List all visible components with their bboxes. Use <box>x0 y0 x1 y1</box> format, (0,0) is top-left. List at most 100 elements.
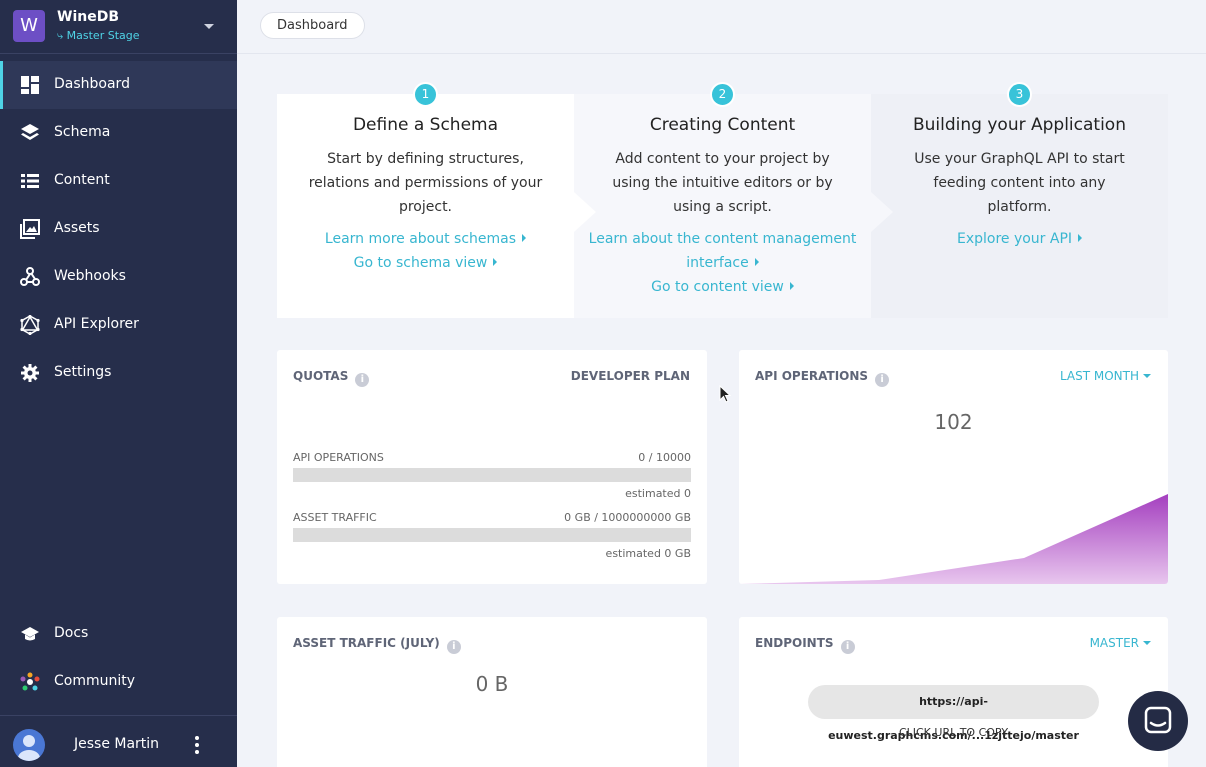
step-title: Define a Schema <box>352 115 499 135</box>
step-arrow <box>871 192 893 232</box>
card-title: QUOTAS i <box>293 369 370 387</box>
quota-value: 0 / 10000 <box>638 451 691 464</box>
step-title: Building your Application <box>913 115 1126 135</box>
more-vertical-icon[interactable] <box>194 736 200 754</box>
info-icon[interactable]: i <box>446 640 461 654</box>
sidebar-item-label: Schema <box>54 124 111 140</box>
chat-icon <box>1144 706 1172 734</box>
project-stage[interactable]: ⤷ Master Stage <box>57 29 140 43</box>
caret-right-icon <box>522 234 527 242</box>
sidebar-item-label: Dashboard <box>54 76 130 92</box>
sidebar-item-community[interactable]: Community <box>0 658 237 706</box>
quota-progress-bar <box>293 528 691 542</box>
chevron-down-icon[interactable] <box>204 24 214 29</box>
secondary-nav: Docs Community <box>0 610 237 706</box>
avatar[interactable] <box>13 729 45 761</box>
sidebar-item-label: Docs <box>54 625 89 641</box>
sidebar-item-label: Assets <box>54 220 100 236</box>
link-go-content-view[interactable]: Go to content view <box>584 275 861 299</box>
step-building-application: 3 Building your Application Use your Gra… <box>871 82 1168 318</box>
graduation-cap-icon <box>20 624 40 644</box>
list-icon <box>20 171 40 191</box>
community-icon <box>20 672 40 692</box>
breadcrumb[interactable]: Dashboard <box>260 12 365 39</box>
step-description: Start by defining structures, relations … <box>308 151 543 215</box>
main-nav: Dashboard Schema Content Assets Webhooks <box>0 61 237 397</box>
info-icon[interactable]: i <box>840 640 855 654</box>
card-title: API OPERATIONS i <box>755 369 890 387</box>
step-title: Creating Content <box>649 115 796 135</box>
sidebar-item-settings[interactable]: Settings <box>0 349 237 397</box>
project-logo: W <box>13 10 45 42</box>
mouse-cursor-icon <box>719 385 731 403</box>
sidebar-item-api-explorer[interactable]: API Explorer <box>0 301 237 349</box>
api-operations-chart <box>739 494 1168 584</box>
quota-estimate: estimated 0 GB <box>605 547 691 560</box>
sidebar-item-schema[interactable]: Schema <box>0 109 237 157</box>
step-arrow <box>574 192 596 232</box>
chat-launcher-button[interactable] <box>1128 691 1188 751</box>
quota-value: 0 GB / 1000000000 GB <box>564 511 691 524</box>
sidebar: W WineDB ⤷ Master Stage Dashboard Schema… <box>0 0 237 767</box>
step-number: 1 <box>413 82 438 107</box>
user-name: Jesse Martin <box>74 736 160 752</box>
link-learn-schemas[interactable]: Learn more about schemas <box>287 227 564 251</box>
layers-icon <box>20 123 40 143</box>
project-name: WineDB <box>57 9 119 25</box>
link-learn-content-interface[interactable]: Learn about the content management inter… <box>584 227 861 275</box>
asset-traffic-card: ASSET TRAFFIC (JULY) i 0 B <box>277 617 707 767</box>
chart-area <box>739 494 1168 584</box>
step-define-schema: 1 Define a Schema Start by defining stru… <box>277 82 596 318</box>
link-explore-api[interactable]: Explore your API <box>881 227 1158 251</box>
getting-started-steps: 1 Define a Schema Start by defining stru… <box>277 82 1168 318</box>
step-number: 2 <box>710 82 735 107</box>
graphql-icon <box>20 315 40 335</box>
step-description: Add content to your project by using the… <box>612 151 833 215</box>
sidebar-item-label: API Explorer <box>54 316 139 332</box>
dashboard-icon <box>20 75 40 95</box>
sidebar-item-label: Settings <box>54 364 112 380</box>
caret-right-icon <box>493 258 498 266</box>
project-switcher[interactable]: W WineDB ⤷ Master Stage <box>0 0 237 54</box>
sidebar-item-docs[interactable]: Docs <box>0 610 237 658</box>
stage-dropdown[interactable]: MASTER <box>1090 636 1151 650</box>
top-bar: Dashboard <box>237 0 1206 54</box>
caret-right-icon <box>754 258 759 266</box>
step-number: 3 <box>1007 82 1032 107</box>
caret-right-icon <box>1078 234 1083 242</box>
sidebar-item-dashboard[interactable]: Dashboard <box>0 61 237 109</box>
quota-label: ASSET TRAFFIC <box>293 511 377 524</box>
image-icon <box>20 219 40 239</box>
sidebar-item-label: Community <box>54 673 136 689</box>
api-operations-card: API OPERATIONS i LAST MONTH 102 <box>739 350 1168 584</box>
plan-label: DEVELOPER PLAN <box>570 369 690 383</box>
info-icon[interactable]: i <box>355 373 370 387</box>
gear-icon <box>20 363 40 383</box>
sidebar-item-webhooks[interactable]: Webhooks <box>0 253 237 301</box>
sidebar-item-label: Content <box>54 172 110 188</box>
quota-progress-bar <box>293 468 691 482</box>
step-description: Use your GraphQL API to start feeding co… <box>914 151 1125 215</box>
quota-label: API OPERATIONS <box>293 451 384 464</box>
webhook-icon <box>20 267 40 287</box>
asset-traffic-value: 0 B <box>475 672 509 696</box>
endpoints-card: ENDPOINTS i MASTER https://api-euwest.gra… <box>739 617 1168 767</box>
chevron-down-icon <box>1143 641 1151 645</box>
user-bar: Jesse Martin <box>0 715 237 767</box>
sidebar-item-content[interactable]: Content <box>0 157 237 205</box>
step-links: Learn more about schemas Go to schema vi… <box>287 227 564 275</box>
step-creating-content: 2 Creating Content Add content to your p… <box>574 82 893 318</box>
card-title: ENDPOINTS i <box>755 636 855 654</box>
chevron-down-icon <box>1143 374 1151 378</box>
step-links: Learn about the content management inter… <box>584 227 861 299</box>
period-dropdown[interactable]: LAST MONTH <box>1060 369 1151 383</box>
info-icon[interactable]: i <box>875 373 890 387</box>
endpoint-url[interactable]: https://api-euwest.graphcms.com/...1zjtt… <box>808 685 1099 742</box>
sidebar-item-assets[interactable]: Assets <box>0 205 237 253</box>
caret-right-icon <box>789 282 794 290</box>
sidebar-item-label: Webhooks <box>54 268 126 284</box>
link-go-schema-view[interactable]: Go to schema view <box>287 251 564 275</box>
quota-estimate: estimated 0 <box>625 487 691 500</box>
api-operations-count: 102 <box>934 410 973 434</box>
step-links: Explore your API <box>881 227 1158 251</box>
